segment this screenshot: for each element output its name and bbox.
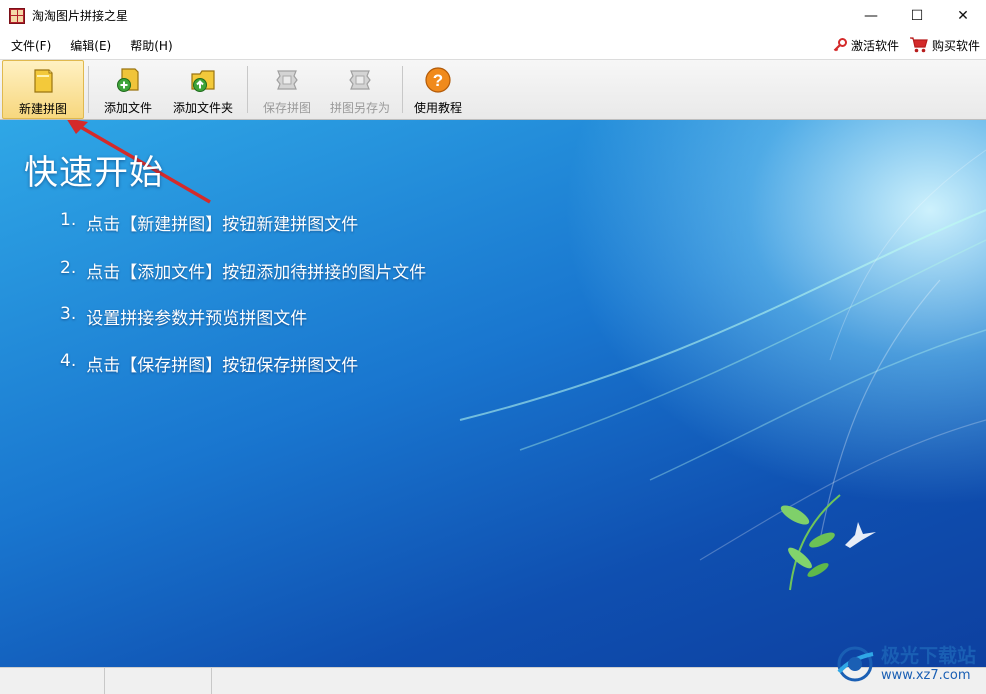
quick-start-panel: 快速开始 1. 点击【新建拼图】按钮新建拼图文件 2. 点击【添加文件】按钮添加… — [0, 120, 986, 667]
window-controls: — ☐ ✕ — [848, 0, 986, 31]
app-logo-icon — [9, 7, 25, 24]
leaf-decoration — [780, 494, 841, 591]
toolbar-divider — [88, 66, 89, 113]
add-folder-label: 添加文件夹 — [172, 101, 233, 115]
toolbar-divider — [247, 66, 248, 113]
add-folder-icon — [191, 70, 215, 92]
step-text: 点击【添加文件】按钮添加待拼接的图片文件 — [86, 263, 427, 283]
title-bar: 淘淘图片拼接之星 — ☐ ✕ — [0, 0, 986, 31]
step-text: 点击【保存拼图】按钮保存拼图文件 — [86, 356, 359, 376]
new-collage-label: 新建拼图 — [18, 102, 67, 116]
step-item: 1. 点击【新建拼图】按钮新建拼图文件 — [60, 210, 358, 235]
step-number: 2. — [60, 258, 77, 278]
step-number: 1. — [60, 210, 77, 230]
step-item: 2. 点击【添加文件】按钮添加待拼接的图片文件 — [60, 258, 426, 283]
save-collage-icon — [276, 70, 298, 90]
status-panel — [105, 668, 212, 694]
background-decoration — [67, 120, 986, 591]
key-icon — [833, 38, 847, 52]
add-file-button[interactable]: 添加文件 — [93, 60, 163, 119]
menu-edit[interactable]: 编辑(E) — [59, 37, 119, 54]
add-file-label: 添加文件 — [103, 101, 152, 115]
cart-icon — [909, 37, 928, 53]
quick-start-heading: 快速开始 — [24, 153, 164, 193]
save-collage-button[interactable]: 保存拼图 — [252, 60, 322, 119]
tutorial-label: 使用教程 — [413, 101, 462, 115]
save-as-icon — [349, 70, 371, 90]
help-icon: ? — [425, 67, 451, 93]
watermark-text: 极光下载站 www.xz7.com — [880, 644, 976, 683]
activate-software-label: 激活软件 — [850, 38, 899, 53]
menu-bar: 文件(F) 编辑(E) 帮助(H) 激活软件 购买软件 — [0, 31, 986, 59]
new-collage-button[interactable]: 新建拼图 — [2, 60, 84, 119]
maximize-button[interactable]: ☐ — [894, 0, 940, 31]
buy-software-link[interactable]: 购买软件 — [909, 36, 980, 54]
tutorial-button[interactable]: ? 使用教程 — [407, 60, 469, 119]
toolbar: 新建拼图 添加文件 添加文件夹 保存拼图 拼图另存为 ? 使用教程 — [0, 59, 986, 120]
menu-right-links: 激活软件 购买软件 — [832, 31, 980, 59]
step-item: 4. 点击【保存拼图】按钮保存拼图文件 — [60, 351, 358, 376]
menu-help[interactable]: 帮助(H) — [119, 37, 180, 54]
add-file-icon — [117, 68, 139, 92]
step-text: 点击【新建拼图】按钮新建拼图文件 — [86, 215, 359, 235]
save-collage-label: 保存拼图 — [262, 101, 311, 115]
watermark: 极光下载站 www.xz7.com — [833, 642, 976, 686]
step-item: 3. 设置拼接参数并预览拼图文件 — [60, 304, 307, 329]
close-button[interactable]: ✕ — [940, 0, 986, 31]
watermark-url: www.xz7.com — [880, 667, 971, 683]
window-title: 淘淘图片拼接之星 — [32, 9, 129, 23]
activate-software-link[interactable]: 激活软件 — [832, 37, 899, 54]
status-panel — [0, 668, 105, 694]
menu-file[interactable]: 文件(F) — [0, 37, 59, 54]
buy-software-label: 购买软件 — [931, 38, 980, 53]
step-number: 4. — [60, 351, 77, 371]
add-folder-button[interactable]: 添加文件夹 — [163, 60, 243, 119]
svg-text:?: ? — [433, 71, 443, 90]
watermark-logo-icon — [837, 646, 874, 682]
toolbar-divider — [402, 66, 403, 113]
watermark-name: 极光下载站 — [880, 644, 976, 667]
new-collage-icon — [34, 69, 53, 93]
minimize-button[interactable]: — — [848, 0, 894, 31]
step-number: 3. — [60, 304, 77, 324]
step-text: 设置拼接参数并预览拼图文件 — [86, 309, 308, 329]
save-as-button[interactable]: 拼图另存为 — [322, 60, 398, 119]
bird-decoration — [845, 522, 876, 548]
save-as-label: 拼图另存为 — [329, 101, 390, 115]
